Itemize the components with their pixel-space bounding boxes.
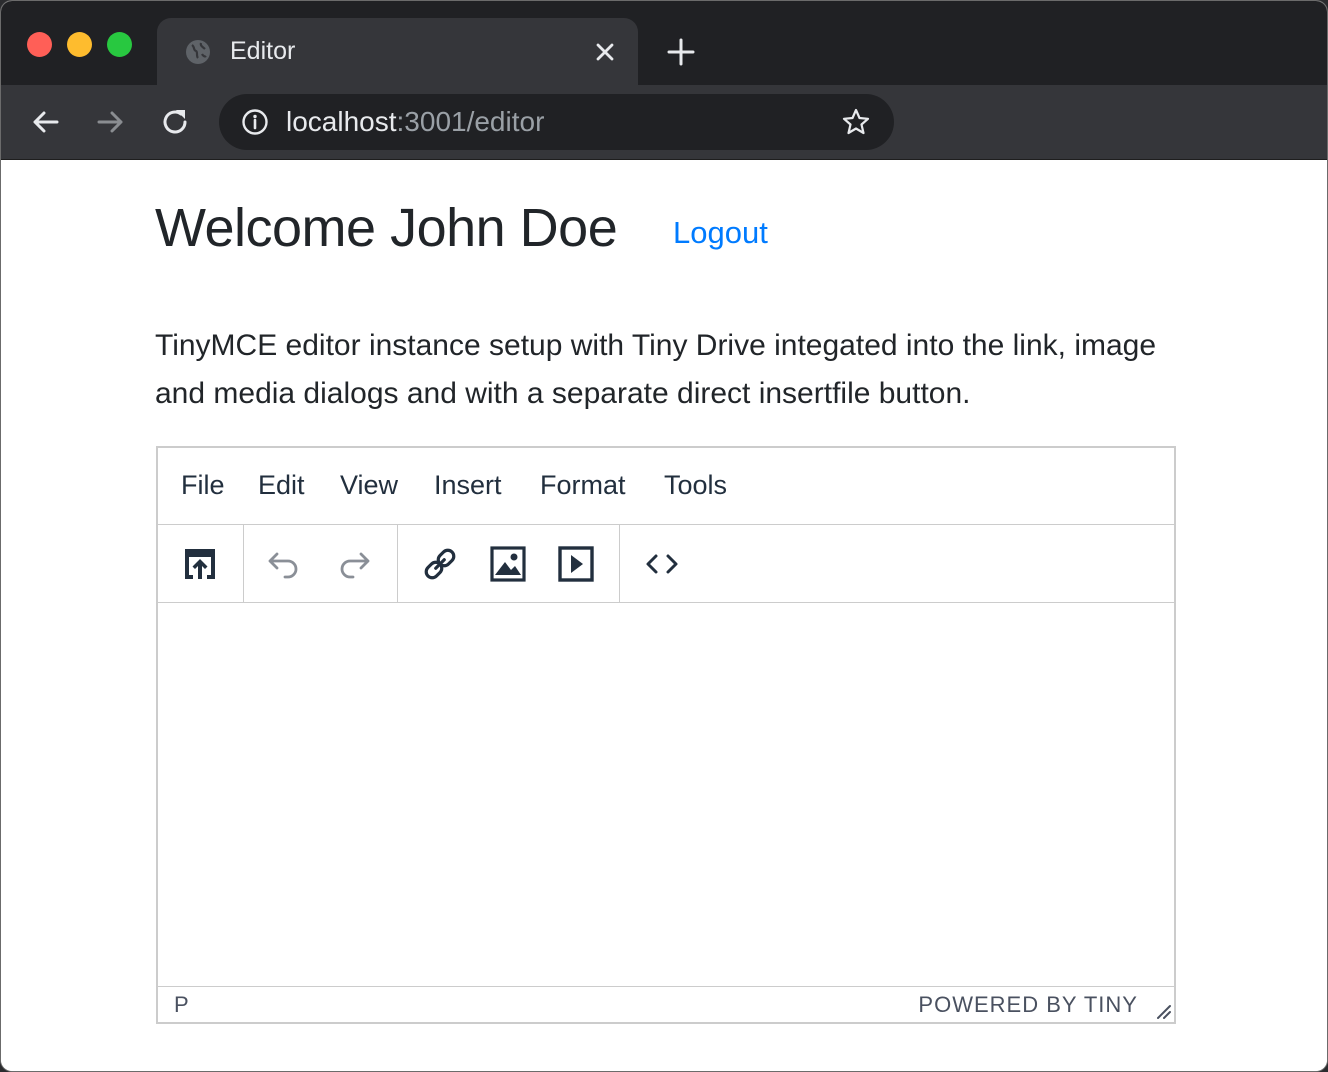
insertfile-button[interactable] <box>180 544 220 584</box>
link-icon <box>424 548 456 580</box>
url-path: :3001/editor <box>396 106 545 137</box>
new-tab-icon[interactable] <box>665 36 697 68</box>
bookmark-star-icon[interactable] <box>841 107 871 137</box>
browser-toolbar: localhost:3001/editor <box>1 85 1327 160</box>
image-button[interactable] <box>488 544 528 584</box>
powered-by-link[interactable]: POWERED BY TINY <box>918 992 1138 1018</box>
tinymce-editor: File Edit View Insert Format Tools P POW… <box>156 446 1176 1024</box>
info-icon[interactable] <box>241 108 269 136</box>
tab-title: Editor <box>230 37 296 65</box>
address-bar[interactable]: localhost:3001/editor <box>219 94 894 150</box>
url-host: localhost <box>286 106 397 137</box>
logout-link[interactable]: Logout <box>673 215 768 251</box>
element-path[interactable]: P <box>174 992 189 1018</box>
code-icon <box>646 554 678 574</box>
resize-handle-icon[interactable] <box>1154 1002 1172 1020</box>
link-button[interactable] <box>420 544 460 584</box>
minimize-window-button[interactable] <box>67 32 92 57</box>
editor-menubar: File Edit View Insert Format Tools <box>158 448 1174 525</box>
redo-button[interactable] <box>334 544 374 584</box>
menu-view[interactable]: View <box>340 470 398 501</box>
menu-file[interactable]: File <box>181 470 225 501</box>
close-window-button[interactable] <box>27 32 52 57</box>
media-icon <box>558 546 594 582</box>
page-title: Welcome John Doe <box>155 198 618 258</box>
title-bar: Editor <box>1 1 1327 85</box>
editor-toolbar <box>158 525 1174 603</box>
undo-button[interactable] <box>264 544 304 584</box>
globe-icon <box>186 40 210 64</box>
toolbar-group-insert <box>398 525 620 602</box>
close-tab-icon[interactable] <box>593 40 617 64</box>
browser-window: Editor localhost:3001/editor Welcome Joh… <box>0 0 1328 1072</box>
back-arrow-icon[interactable] <box>29 105 63 139</box>
redo-icon <box>340 552 370 579</box>
forward-arrow-icon[interactable] <box>93 105 127 139</box>
toolbar-group-history <box>244 525 398 602</box>
editor-statusbar: P POWERED BY TINY <box>158 986 1174 1022</box>
url-text: localhost:3001/editor <box>286 106 544 138</box>
reload-icon[interactable] <box>158 105 192 139</box>
description-text: TinyMCE editor instance setup with Tiny … <box>155 329 1157 410</box>
code-button[interactable] <box>642 544 682 584</box>
editor-content-area[interactable] <box>158 604 1174 987</box>
undo-icon <box>268 552 298 579</box>
toolbar-group-file <box>158 525 244 602</box>
media-button[interactable] <box>556 544 596 584</box>
page-content: Welcome John Doe Logout TinyMCE editor i… <box>1 161 1327 1071</box>
maximize-window-button[interactable] <box>107 32 132 57</box>
browser-tab[interactable]: Editor <box>157 18 638 85</box>
menu-edit[interactable]: Edit <box>258 470 305 501</box>
menu-tools[interactable]: Tools <box>664 470 727 501</box>
insertfile-icon <box>185 549 215 579</box>
image-icon <box>490 546 526 582</box>
menu-format[interactable]: Format <box>540 470 626 501</box>
menu-insert[interactable]: Insert <box>434 470 502 501</box>
toolbar-group-code <box>620 525 708 602</box>
